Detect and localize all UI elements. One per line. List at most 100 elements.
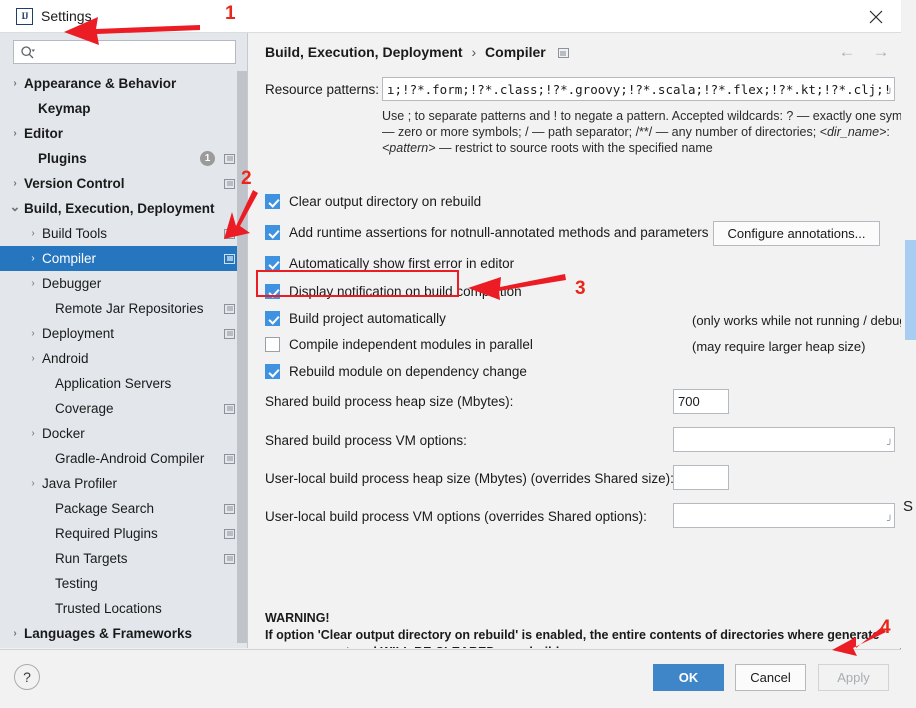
ok-button[interactable]: OK: [653, 664, 724, 691]
sidebar-item-testing[interactable]: Testing: [0, 571, 247, 596]
sidebar-item-coverage[interactable]: Coverage: [0, 396, 247, 421]
sidebar-item-label: Remote Jar Repositories: [55, 301, 204, 316]
configure-annotations-button[interactable]: Configure annotations...: [713, 221, 880, 246]
sidebar-item-label: Trusted Locations: [55, 601, 162, 616]
project-scope-icon: [224, 178, 235, 189]
checkbox-clear-output-directory[interactable]: Clear output directory on rebuild: [265, 194, 481, 209]
sidebar-scrollbar[interactable]: [237, 71, 247, 643]
sidebar-item-remote-jar-repositories[interactable]: Remote Jar Repositories: [0, 296, 247, 321]
checkbox-display-notification[interactable]: Display notification on build completion: [265, 284, 522, 299]
breadcrumb-separator: ›: [471, 44, 477, 60]
sidebar-item-languages-frameworks[interactable]: › Languages & Frameworks: [0, 621, 247, 646]
sidebar-item-build-execution-deployment[interactable]: ⌄ Build, Execution, Deployment: [0, 196, 247, 221]
sidebar-item-editor[interactable]: › Editor: [0, 121, 247, 146]
project-scope-icon: [224, 528, 235, 539]
resource-patterns-input[interactable]: [382, 77, 895, 101]
cancel-button[interactable]: Cancel: [735, 664, 806, 691]
sidebar-item-label: Coverage: [55, 401, 114, 416]
checkbox-build-project-automatically[interactable]: Build project automatically: [265, 311, 446, 326]
help-button[interactable]: ?: [14, 664, 40, 690]
dialog-title: Settings: [41, 8, 92, 24]
chevron-right-icon[interactable]: ›: [9, 128, 21, 140]
checkbox-compile-independent-modules[interactable]: Compile independent modules in parallel: [265, 337, 533, 352]
sidebar-item-label: Gradle-Android Compiler: [55, 451, 205, 466]
sidebar-item-label: Debugger: [42, 276, 102, 291]
sidebar-item-label: Plugins: [38, 151, 87, 166]
sidebar-item-java-profiler[interactable]: › Java Profiler: [0, 471, 247, 496]
sidebar-item-docker[interactable]: › Docker: [0, 421, 247, 446]
warning-line-3: sources are stored WILL BE CLEARED on re…: [265, 644, 879, 648]
search-box[interactable]: [13, 40, 236, 64]
chevron-right-icon[interactable]: ›: [27, 478, 39, 490]
sidebar-item-label: Deployment: [42, 326, 115, 341]
resource-patterns-hint-line-2: — zero or more symbols; / — path separat…: [382, 125, 890, 139]
warning-line-2: If option 'Clear output directory on reb…: [265, 628, 880, 642]
intellij-idea-icon: IJ: [16, 8, 33, 25]
chevron-right-icon[interactable]: ›: [27, 253, 39, 265]
chevron-right-icon[interactable]: ›: [27, 278, 39, 290]
checkbox-box[interactable]: [265, 337, 280, 352]
chevron-right-icon[interactable]: ›: [9, 628, 21, 640]
sidebar-item-appearance-behavior[interactable]: › Appearance & Behavior: [0, 71, 247, 96]
project-scope-icon: [224, 303, 235, 314]
checkbox-box[interactable]: [265, 364, 280, 379]
sidebar-item-application-servers[interactable]: Application Servers: [0, 371, 247, 396]
breadcrumb-root[interactable]: Build, Execution, Deployment: [265, 44, 463, 60]
chevron-right-icon[interactable]: ›: [27, 328, 39, 340]
search-icon: [20, 45, 36, 61]
checkbox-label: Compile independent modules in parallel: [289, 337, 533, 352]
shared-vm-options-input[interactable]: [673, 427, 895, 452]
chevron-right-icon[interactable]: ›: [9, 78, 21, 90]
sidebar-item-android[interactable]: › Android: [0, 346, 247, 371]
checkbox-label: Automatically show first error in editor: [289, 256, 515, 271]
chevron-right-icon[interactable]: ›: [27, 228, 39, 240]
close-icon[interactable]: [859, 4, 893, 30]
sidebar-item-run-targets[interactable]: Run Targets: [0, 546, 247, 571]
project-scope-icon: [224, 453, 235, 464]
sidebar-item-compiler[interactable]: › Compiler: [0, 246, 247, 271]
sidebar-item-gradle-android-compiler[interactable]: Gradle-Android Compiler: [0, 446, 247, 471]
sidebar-item-plugins[interactable]: Plugins 1: [0, 146, 247, 171]
settings-content-panel: Build, Execution, Deployment › Compiler …: [249, 33, 901, 648]
arrow-right-icon[interactable]: →: [871, 41, 891, 61]
shared-heap-size-input[interactable]: [673, 389, 729, 414]
project-scope-icon: [557, 48, 569, 59]
sidebar-item-package-search[interactable]: Package Search: [0, 496, 247, 521]
userlocal-vm-options-input[interactable]: [673, 503, 895, 528]
settings-dialog: IJ Settings › Appearance & Behavior Keym…: [0, 0, 901, 708]
search-input[interactable]: [40, 42, 232, 62]
arrow-left-icon[interactable]: ←: [837, 41, 857, 61]
sidebar-item-version-control[interactable]: › Version Control: [0, 171, 247, 196]
navigation-arrows: ← →: [837, 41, 891, 61]
sidebar-item-required-plugins[interactable]: Required Plugins: [0, 521, 247, 546]
checkbox-box[interactable]: [265, 284, 280, 299]
background-scrollbar-strip: [905, 240, 916, 340]
sidebar-item-build-tools[interactable]: › Build Tools: [0, 221, 247, 246]
chevron-right-icon[interactable]: ›: [27, 353, 39, 365]
chevron-right-icon[interactable]: ›: [27, 428, 39, 440]
userlocal-heap-size-input[interactable]: [673, 465, 729, 490]
checkbox-box[interactable]: [265, 194, 280, 209]
checkbox-rebuild-module-on-dependency-change[interactable]: Rebuild module on dependency change: [265, 364, 527, 379]
sidebar-item-deployment[interactable]: › Deployment: [0, 321, 247, 346]
sidebar-item-keymap[interactable]: Keymap: [0, 96, 247, 121]
userlocal-vm-options-label: User-local build process VM options (ove…: [265, 509, 647, 524]
checkbox-add-runtime-assertions[interactable]: Add runtime assertions for notnull-annot…: [265, 225, 709, 240]
checkbox-label: Add runtime assertions for notnull-annot…: [289, 225, 709, 240]
sidebar-item-label: Keymap: [38, 101, 91, 116]
sidebar-item-label: Run Targets: [55, 551, 128, 566]
sidebar-item-trusted-locations[interactable]: Trusted Locations: [0, 596, 247, 621]
note-compile-independent-modules: (may require larger heap size): [692, 339, 866, 354]
dialog-footer: ? OK Cancel Apply: [0, 649, 901, 708]
resource-patterns-hint-line-3: <pattern> — restrict to source roots wit…: [382, 141, 713, 155]
sidebar-item-debugger[interactable]: › Debugger: [0, 271, 247, 296]
chevron-down-icon[interactable]: ⌄: [9, 200, 21, 213]
checkbox-auto-show-first-error[interactable]: Automatically show first error in editor: [265, 256, 514, 271]
checkbox-label: Clear output directory on rebuild: [289, 194, 482, 209]
annotation-number-2: 2: [241, 168, 252, 189]
checkbox-box[interactable]: [265, 225, 280, 240]
checkbox-box[interactable]: [265, 311, 280, 326]
userlocal-heap-size-label: User-local build process heap size (Mbyt…: [265, 471, 674, 486]
chevron-right-icon[interactable]: ›: [9, 178, 21, 190]
checkbox-box[interactable]: [265, 256, 280, 271]
